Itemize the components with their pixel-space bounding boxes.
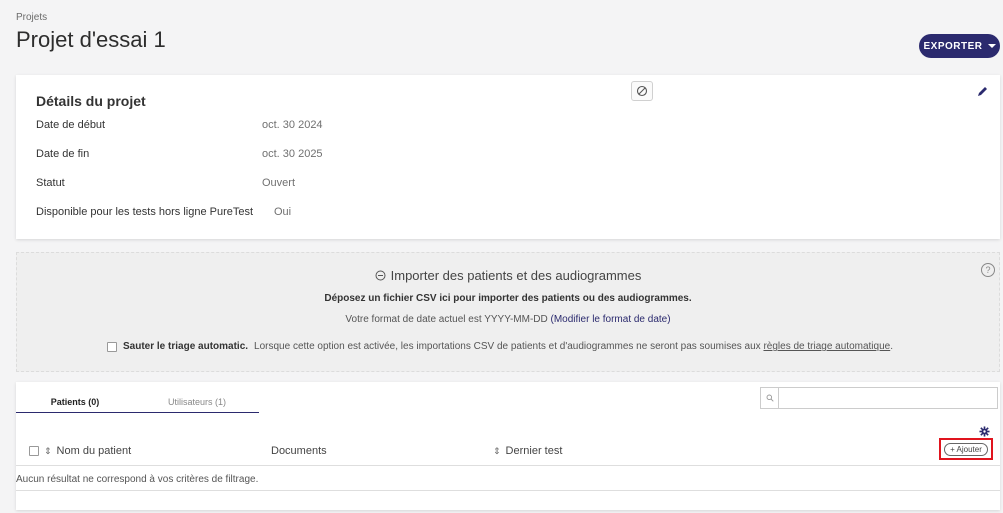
select-all-checkbox[interactable] bbox=[29, 446, 39, 456]
edit-icon[interactable] bbox=[974, 83, 990, 99]
header-divider bbox=[16, 465, 1000, 466]
search-icon-wrap bbox=[761, 388, 779, 408]
breadcrumb[interactable]: Projets bbox=[16, 12, 47, 23]
add-button-highlight: + Ajouter bbox=[939, 438, 993, 460]
detail-label-start-date: Date de début bbox=[36, 119, 106, 131]
gear-icon-svg bbox=[978, 425, 990, 437]
minus-circle-icon bbox=[375, 270, 386, 281]
skip-triage-checkbox[interactable] bbox=[107, 341, 117, 352]
column-label-last-test: Dernier test bbox=[505, 445, 563, 457]
sort-icon: ⇕ bbox=[493, 445, 501, 456]
import-title-text: Importer des patients et des audiogramme… bbox=[390, 268, 642, 283]
block-icon[interactable] bbox=[631, 81, 653, 101]
patients-table-card: Patients (0) Utilisateurs (1) ⇕ Nom du p… bbox=[16, 382, 1000, 510]
search-input[interactable] bbox=[780, 388, 995, 408]
date-format-text: Votre format de date actuel est YYYY-MM-… bbox=[345, 314, 548, 325]
tab-users[interactable]: Utilisateurs (1) bbox=[138, 390, 256, 414]
help-icon[interactable]: ? bbox=[981, 263, 995, 277]
date-format-line: Votre format de date actuel est YYYY-MM-… bbox=[17, 314, 999, 325]
modify-date-format-link[interactable]: (Modifier le format de date) bbox=[551, 314, 671, 325]
export-button-label: EXPORTER bbox=[923, 40, 983, 52]
add-patient-button[interactable]: + Ajouter bbox=[944, 442, 988, 456]
details-title: Détails du projet bbox=[36, 93, 146, 109]
skip-triage-label[interactable]: Sauter le triage automatic. bbox=[123, 341, 248, 352]
search-icon bbox=[766, 394, 774, 402]
import-title: Importer des patients et des audiogramme… bbox=[17, 268, 999, 283]
pencil-icon bbox=[977, 86, 987, 96]
page-title: Projet d'essai 1 bbox=[16, 27, 166, 52]
tab-underline bbox=[16, 412, 259, 413]
project-details-card: Détails du projet Date de début oct. 30 … bbox=[16, 75, 1000, 239]
column-label-patient: Nom du patient bbox=[56, 445, 132, 457]
sort-icon: ⇕ bbox=[44, 445, 52, 456]
detail-label-offline: Disponible pour les tests hors ligne Pur… bbox=[36, 206, 254, 218]
block-icon-svg bbox=[636, 85, 648, 97]
import-drop-text: Déposez un fichier CSV ici pour importer… bbox=[324, 293, 692, 304]
skip-triage-description: Lorsque cette option est activée, les im… bbox=[254, 341, 893, 352]
detail-value-start-date: oct. 30 2024 bbox=[262, 119, 323, 131]
detail-value-status: Ouvert bbox=[262, 177, 296, 189]
chevron-down-icon bbox=[987, 44, 996, 48]
detail-value-end-date: oct. 30 2025 bbox=[262, 148, 323, 160]
column-header-documents: Documents bbox=[271, 445, 327, 457]
gear-icon[interactable] bbox=[978, 425, 990, 437]
tab-patients[interactable]: Patients (0) bbox=[16, 390, 134, 414]
empty-message: Aucun résultat ne correspond à vos critè… bbox=[16, 474, 259, 485]
search-box[interactable] bbox=[760, 387, 998, 409]
column-header-last-test[interactable]: ⇕ Dernier test bbox=[493, 445, 562, 457]
detail-label-status: Statut bbox=[36, 177, 65, 189]
detail-label-end-date: Date de fin bbox=[36, 148, 90, 160]
triage-rules-link[interactable]: règles de triage automatique bbox=[763, 341, 890, 352]
row-divider bbox=[16, 490, 1000, 491]
import-dropzone[interactable]: Importer des patients et des audiogramme… bbox=[16, 252, 1000, 372]
triage-line: Sauter le triage automatic. Lorsque cett… bbox=[107, 341, 893, 352]
export-button[interactable]: EXPORTER bbox=[919, 34, 1000, 58]
column-header-patient[interactable]: ⇕ Nom du patient bbox=[29, 445, 131, 457]
detail-value-offline: Oui bbox=[274, 206, 292, 218]
